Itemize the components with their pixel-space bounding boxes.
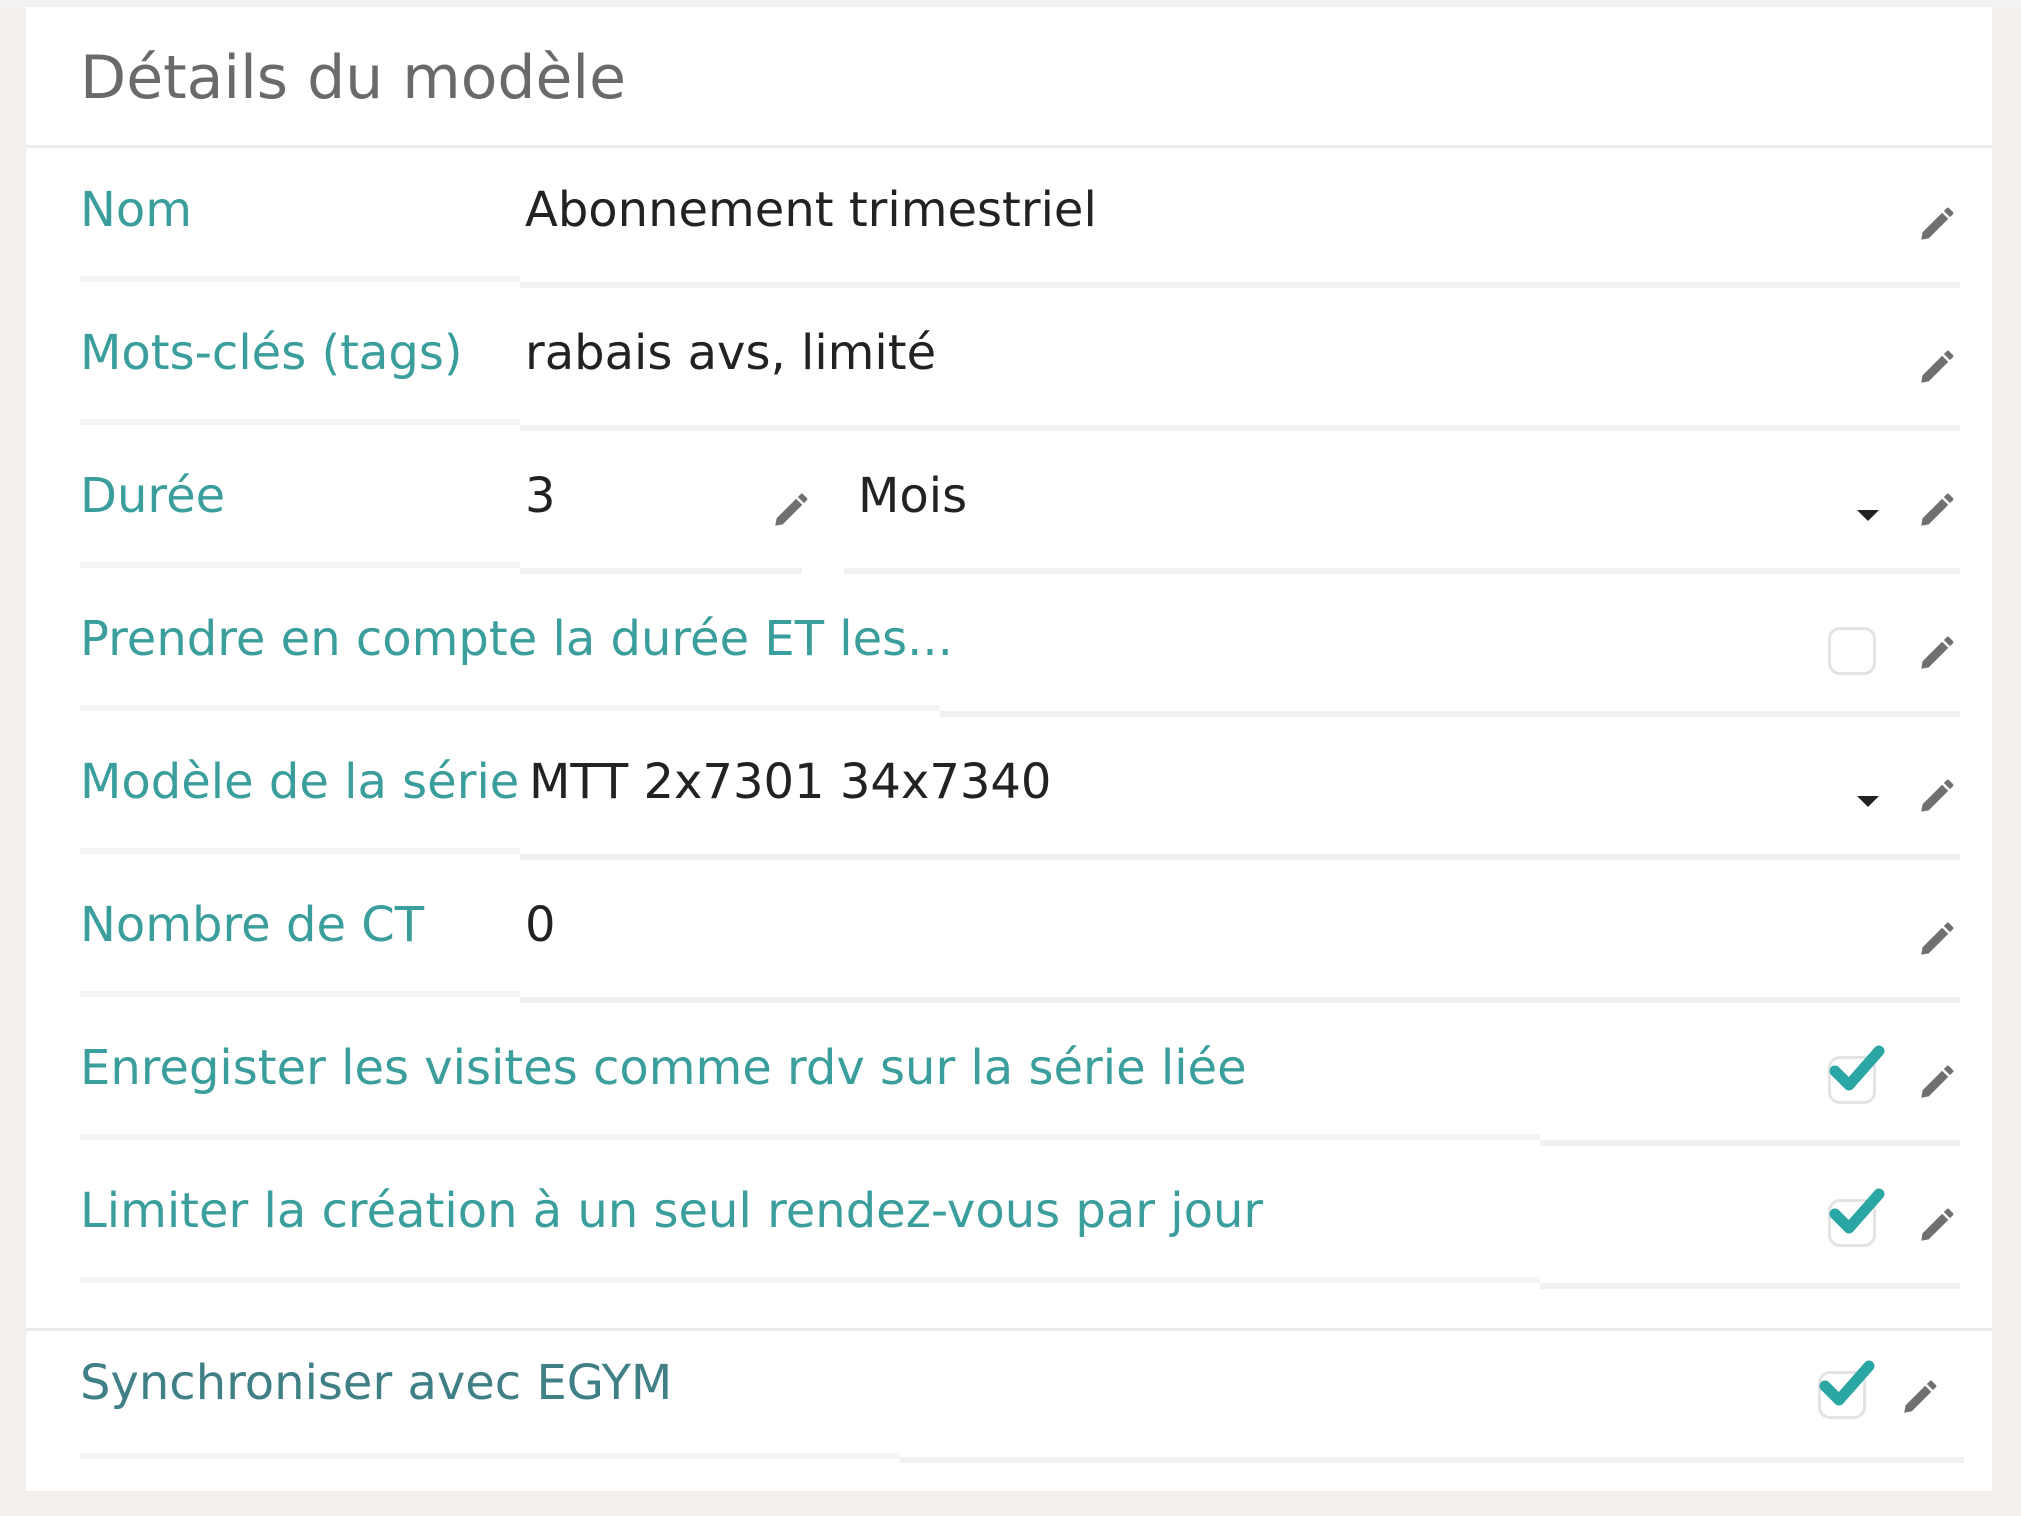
field-label-duree: Durée: [80, 468, 226, 524]
label-underline: [80, 276, 520, 282]
series-model-select[interactable]: MTT 2x7301 34x7340: [529, 754, 1051, 810]
field-label-egym: Synchroniser avec EGYM: [80, 1355, 673, 1411]
field-label-tags: Mots-clés (tags): [80, 325, 463, 381]
duration-unit-select[interactable]: Mois: [858, 468, 967, 524]
page-title: Détails du modèle: [80, 43, 627, 113]
field-row-serie: Modèle de la série MTT 2x7301 34x7340: [26, 734, 1992, 877]
field-label-visites: Enregister les visites comme rdv sur la …: [80, 1040, 1247, 1096]
card-header: Détails du modèle: [26, 7, 1992, 148]
visites-checkbox[interactable]: [1828, 1056, 1876, 1104]
checkmark-icon: [1829, 1186, 1885, 1238]
field-underline: [1540, 1283, 1960, 1289]
ct-count-input[interactable]: 0: [525, 897, 556, 953]
label-underline: [80, 1277, 1540, 1283]
field-label-serie: Modèle de la série: [80, 754, 520, 810]
model-details-card: Détails du modèle Nom Abonnement trimest…: [26, 7, 1992, 1491]
label-underline: [80, 562, 520, 568]
field-label-limiter: Limiter la création à un seul rendez-vou…: [80, 1183, 1264, 1239]
egym-checkbox[interactable]: [1818, 1371, 1866, 1419]
field-label-nom: Nom: [80, 182, 193, 238]
limiter-checkbox[interactable]: [1828, 1199, 1876, 1247]
label-underline: [80, 848, 520, 854]
field-row-egym: Synchroniser avec EGYM: [26, 1331, 1992, 1474]
caret-down-icon[interactable]: [1857, 510, 1879, 521]
edit-pencil-icon[interactable]: [1913, 631, 1959, 677]
field-label-prendre: Prendre en compte la durée ET les...: [80, 611, 953, 667]
field-label-ct: Nombre de CT: [80, 897, 425, 953]
field-underline: [900, 1457, 1964, 1463]
edit-pencil-icon[interactable]: [1913, 1060, 1959, 1106]
edit-pencil-icon[interactable]: [1913, 917, 1959, 963]
label-underline: [80, 705, 940, 711]
checkmark-icon: [1829, 1043, 1885, 1095]
edit-pencil-icon[interactable]: [1913, 202, 1959, 248]
checkmark-icon: [1819, 1358, 1875, 1410]
field-underline: [940, 711, 1960, 717]
prendre-checkbox[interactable]: [1828, 627, 1876, 675]
input-underline: [520, 282, 1960, 288]
field-row-ct: Nombre de CT 0: [26, 877, 1992, 1020]
label-underline: [80, 419, 520, 425]
field-row-visites: Enregister les visites comme rdv sur la …: [26, 1020, 1992, 1163]
field-underline: [1540, 1140, 1960, 1146]
edit-pencil-icon[interactable]: [1913, 345, 1959, 391]
edit-pencil-icon[interactable]: [1913, 488, 1959, 534]
select-underline: [520, 854, 1960, 860]
field-row-limiter: Limiter la création à un seul rendez-vou…: [26, 1163, 1992, 1306]
label-underline: [80, 991, 520, 997]
field-row-duree: Durée 3 Mois: [26, 448, 1992, 591]
edit-duration-pencil-icon[interactable]: [767, 488, 813, 534]
edit-pencil-icon[interactable]: [1896, 1375, 1942, 1421]
field-row-prendre: Prendre en compte la durée ET les...: [26, 591, 1992, 734]
select-underline: [844, 568, 1960, 574]
caret-down-icon[interactable]: [1857, 796, 1879, 807]
label-underline: [80, 1134, 1540, 1140]
duration-input[interactable]: 3: [525, 468, 556, 524]
field-row-nom: Nom Abonnement trimestriel: [26, 162, 1992, 305]
edit-pencil-icon[interactable]: [1913, 774, 1959, 820]
edit-pencil-icon[interactable]: [1913, 1203, 1959, 1249]
input-underline: [520, 997, 1960, 1003]
field-row-tags: Mots-clés (tags) rabais avs, limité: [26, 305, 1992, 448]
name-input[interactable]: Abonnement trimestriel: [525, 182, 1097, 238]
label-underline: [80, 1453, 900, 1459]
input-underline: [520, 568, 802, 574]
input-underline: [520, 425, 1960, 431]
tags-input[interactable]: rabais avs, limité: [525, 325, 936, 381]
